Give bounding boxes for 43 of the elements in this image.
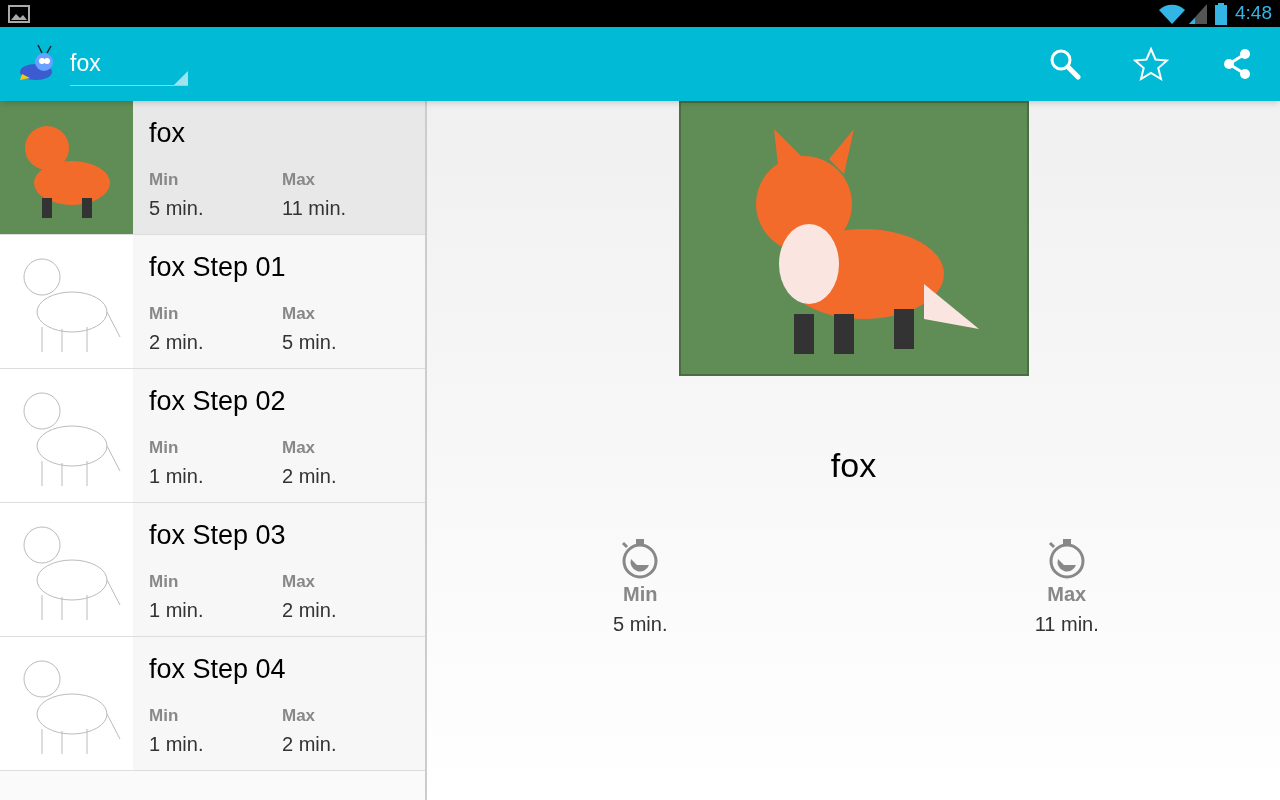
item-title: fox Step 04 (149, 653, 286, 686)
wifi-icon (1159, 3, 1185, 24)
max-label: Max (282, 169, 316, 191)
stat-value: 5 min. (613, 612, 668, 637)
min-label: Min (149, 705, 179, 727)
item-title: fox Step 02 (149, 385, 286, 418)
detail-title: fox (830, 445, 877, 486)
item-title: fox Step 01 (149, 251, 286, 284)
max-value: 2 min. (282, 731, 337, 757)
max-value: 11 min. (282, 195, 347, 221)
min-label: Min (149, 571, 179, 593)
list-item[interactable]: fox Step 01 Min 2 min. Max 5 min. (0, 235, 425, 369)
list-item[interactable]: fox Min 5 min. Max 11 min. (0, 101, 425, 235)
min-value: 5 min. (149, 195, 204, 221)
max-label: Max (282, 437, 316, 459)
min-value: 1 min. (149, 731, 204, 757)
share-icon (1221, 48, 1253, 80)
item-title: fox Step 03 (149, 519, 286, 552)
stat-label: Max (1047, 582, 1087, 607)
stat-label: Min (623, 582, 658, 607)
battery-icon (1215, 2, 1227, 25)
max-label: Max (282, 303, 316, 325)
max-value: 5 min. (282, 329, 337, 355)
max-value: 2 min. (282, 597, 337, 623)
image-icon (8, 4, 30, 23)
star-icon (1133, 47, 1169, 81)
min-label: Min (149, 303, 179, 325)
signal-icon (1189, 3, 1207, 24)
max-label: Max (282, 571, 316, 593)
min-value: 2 min. (149, 329, 204, 355)
list-item[interactable]: fox Step 02 Min 1 min. Max 2 min. (0, 369, 425, 503)
min-label: Min (149, 169, 179, 191)
max-value: 2 min. (282, 463, 337, 489)
stat-value: 11 min. (1034, 612, 1099, 637)
min-value: 1 min. (149, 597, 204, 623)
item-title: fox (149, 117, 186, 150)
search-icon (1049, 48, 1081, 80)
list-item[interactable]: fox Step 03 Min 1 min. Max 2 min. (0, 503, 425, 637)
min-value: 1 min. (149, 463, 204, 489)
min-label: Min (149, 437, 179, 459)
clock-time: 4:48 (1235, 1, 1272, 26)
max-label: Max (282, 705, 316, 727)
list-item[interactable]: fox Step 04 Min 1 min. Max 2 min. (0, 637, 425, 771)
